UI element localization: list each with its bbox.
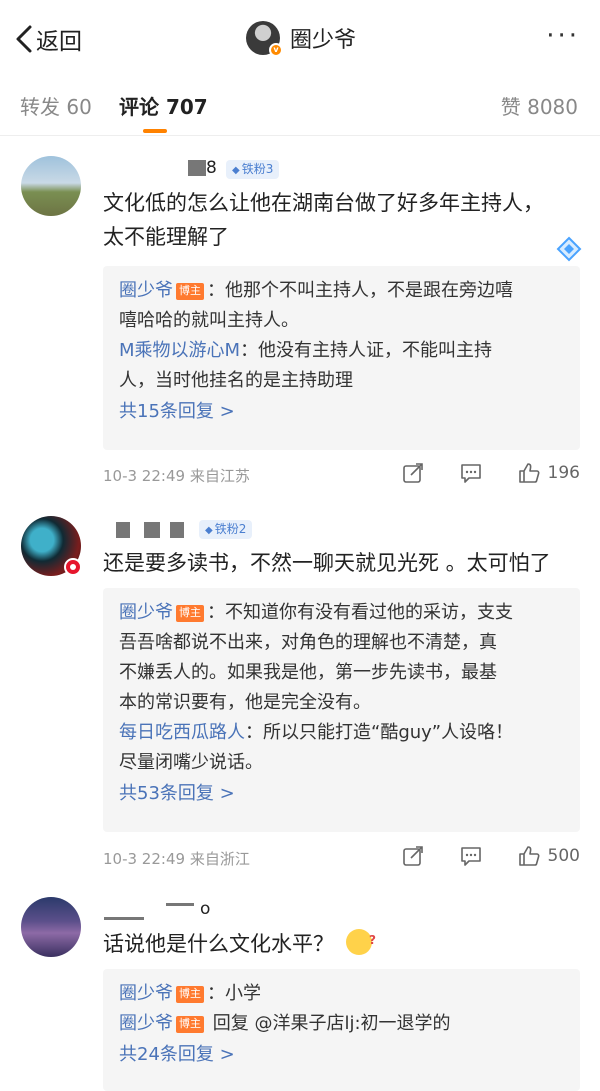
- tab-active-indicator: [143, 129, 167, 133]
- share-icon[interactable]: [402, 845, 424, 867]
- reply-author[interactable]: M乘物以游心M: [119, 340, 240, 361]
- tab-repost[interactable]: 转发 60: [20, 91, 92, 120]
- tab-bar: 转发 60 评论 707 赞 8080: [0, 76, 600, 136]
- avatar[interactable]: [21, 897, 81, 957]
- host-badge: 博主: [176, 986, 204, 1003]
- page-title[interactable]: v 圈少爷: [246, 21, 357, 57]
- like-count: 196: [547, 463, 580, 483]
- comment-icon[interactable]: [460, 462, 482, 484]
- comment-username[interactable]: o: [104, 899, 210, 920]
- reply-item[interactable]: 圈少爷 博主 ：小学: [119, 979, 564, 1009]
- tab-comment[interactable]: 评论 707: [119, 91, 208, 120]
- blurred-username: [116, 522, 130, 538]
- thumbs-up-icon[interactable]: [518, 845, 540, 867]
- more-replies-link[interactable]: 共15条回复 >: [119, 396, 564, 428]
- top-nav-bar: 返回 v 圈少爷 ···: [0, 0, 600, 76]
- like-count: 500: [547, 846, 580, 866]
- blurred-username: [104, 917, 144, 920]
- comment-location: 来自江苏: [189, 467, 250, 485]
- avatar: v: [246, 21, 283, 57]
- host-badge: 博主: [176, 605, 204, 622]
- reply-author[interactable]: 圈少爷: [119, 983, 173, 1004]
- fan-badge: 铁粉2: [199, 520, 253, 539]
- comment-location: 来自浙江: [189, 850, 250, 868]
- fan-badge: 铁粉3: [226, 160, 280, 179]
- comment-icon[interactable]: [460, 845, 482, 867]
- reply-author[interactable]: 每日吃西瓜路人: [119, 722, 245, 743]
- reply-author[interactable]: 圈少爷: [119, 280, 173, 301]
- thinking-emoji-icon: [346, 923, 376, 957]
- comment-text: 还是要多读书，不然一聊天就见光死 。太可怕了: [103, 551, 551, 575]
- reply-author[interactable]: 圈少爷: [119, 1013, 173, 1034]
- reply-box[interactable]: 圈少爷 博主 ：他那个不叫主持人，不是跟在旁边嘻 嘻哈哈的就叫主持人。 M乘物以游心M…: [103, 266, 580, 450]
- comment-time: 10-3 22:49: [103, 850, 186, 868]
- thumbs-up-icon[interactable]: [518, 462, 540, 484]
- tab-like[interactable]: 赞 8080: [501, 91, 578, 120]
- diamond-icon: [556, 236, 582, 262]
- reply-box[interactable]: 圈少爷 博主 ：不知道你有没有看过他的采访，支支 吾吾啥都说不出来，对角色的理解也不清…: [103, 588, 580, 832]
- chevron-left-icon: [16, 25, 32, 53]
- comment-text: 话说他是什么文化水平？: [103, 923, 376, 961]
- more-options-icon[interactable]: ···: [546, 23, 580, 49]
- comment-meta: 10-3 22:49 来自江苏: [103, 465, 250, 486]
- comment-actions: 500: [366, 845, 580, 867]
- reply-item[interactable]: 圈少爷 博主 ：不知道你有没有看过他的采访，支支 吾吾啥都说不出来，对角色的理解也不清…: [119, 598, 564, 718]
- comment-actions: 196: [366, 462, 580, 484]
- share-icon[interactable]: [402, 462, 424, 484]
- comment-time: 10-3 22:49: [103, 467, 186, 485]
- reply-item[interactable]: 每日吃西瓜路人：所以只能打造“酷guy”人设咯！ 尽量闭嘴少说话。: [119, 718, 564, 778]
- reply-item[interactable]: 圈少爷 博主 回复 @洋果子店lj:初一退学的: [119, 1009, 564, 1039]
- more-replies-link[interactable]: 共24条回复 >: [119, 1039, 564, 1071]
- comment-username[interactable]: [116, 520, 184, 540]
- host-badge: 博主: [176, 1016, 204, 1033]
- avatar[interactable]: [21, 156, 81, 216]
- back-label: 返回: [36, 29, 82, 55]
- comment-text: 文化低的怎么让他在湖南台做了好多年主持人， 太不能理解了: [103, 191, 544, 249]
- comment-meta: 10-3 22:49 来自浙江: [103, 848, 250, 869]
- blurred-username: [188, 160, 206, 176]
- reply-item[interactable]: M乘物以游心M：他没有主持人证，不能叫主持 人，当时他挂名的是主持助理: [119, 336, 564, 396]
- comment-username[interactable]: 8: [188, 158, 217, 178]
- reply-item[interactable]: 圈少爷 博主 ：他那个不叫主持人，不是跟在旁边嘻 嘻哈哈的就叫主持人。: [119, 276, 564, 336]
- reply-author[interactable]: 圈少爷: [119, 602, 173, 623]
- host-badge: 博主: [176, 283, 204, 300]
- more-replies-link[interactable]: 共53条回复 >: [119, 778, 564, 810]
- back-button[interactable]: 返回: [14, 22, 82, 56]
- page-title-text: 圈少爷: [290, 28, 357, 53]
- reply-box[interactable]: 圈少爷 博主 ：小学 圈少爷 博主 回复 @洋果子店lj:初一退学的 共24条回复 >: [103, 969, 580, 1091]
- member-badge-icon: [64, 558, 82, 576]
- verified-icon: v: [269, 43, 283, 57]
